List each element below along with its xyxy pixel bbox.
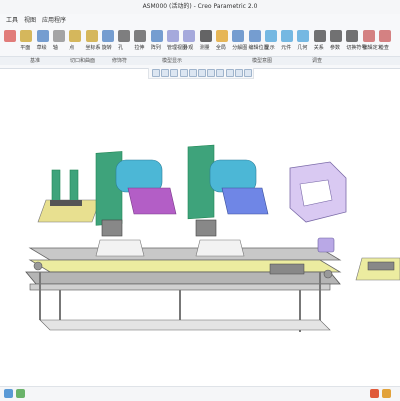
geometry-tool-label: 几何 bbox=[297, 45, 308, 51]
perspective-icon[interactable] bbox=[244, 69, 252, 77]
relations-tool-label: 关系 bbox=[313, 45, 324, 51]
coord-tool[interactable] bbox=[85, 30, 98, 42]
enclosure-part[interactable] bbox=[289, 161, 347, 223]
robot-arm-1[interactable] bbox=[95, 151, 177, 257]
status-icon-2[interactable] bbox=[16, 389, 25, 398]
align-tool[interactable] bbox=[118, 30, 131, 42]
rotate-tool[interactable] bbox=[101, 30, 114, 42]
filter-icon[interactable] bbox=[382, 389, 391, 398]
check-tool-label: 全局 bbox=[215, 45, 226, 51]
component-tool-label: 元件 bbox=[281, 45, 292, 51]
group-cut-surface[interactable]: 切口和曲面 bbox=[70, 57, 95, 64]
point-tool[interactable] bbox=[69, 30, 82, 42]
warning-icon[interactable] bbox=[370, 389, 379, 398]
user-tool[interactable] bbox=[378, 30, 391, 42]
menu-applications[interactable]: 应用程序 bbox=[42, 15, 66, 24]
coord-tool-label: 坐标系 bbox=[85, 45, 101, 51]
group-model-intent[interactable]: 模型意图 bbox=[252, 57, 272, 64]
graphics-toolbar bbox=[148, 68, 254, 79]
zoom-out-icon[interactable] bbox=[161, 69, 170, 77]
array-tool-label: 阵列 bbox=[150, 45, 161, 51]
left-fixture[interactable] bbox=[37, 169, 101, 223]
group-modifiers[interactable]: 修饰符 bbox=[112, 57, 127, 64]
plane-tool[interactable] bbox=[20, 30, 33, 42]
parameters-tool-label: 参数 bbox=[330, 45, 341, 51]
status-icon-1[interactable] bbox=[4, 389, 13, 398]
title-bar: ASM000 (活动的) - Creo Parametric 2.0 bbox=[0, 0, 400, 15]
rotate-tool-label: 旋转 bbox=[101, 45, 112, 51]
part-tray[interactable] bbox=[355, 257, 400, 281]
user-tool-label: 检查 bbox=[378, 45, 389, 51]
conveyor-assembly[interactable] bbox=[25, 237, 342, 332]
appearance-tool-label: 外观 bbox=[183, 45, 194, 51]
regenerate-tool[interactable] bbox=[4, 30, 16, 42]
explode-tool-label: 分解图 bbox=[232, 45, 248, 51]
repaint-icon[interactable] bbox=[179, 69, 188, 77]
datum-display-icon[interactable] bbox=[216, 69, 225, 77]
assembly-model-view[interactable] bbox=[0, 80, 400, 380]
sketch-tool[interactable] bbox=[36, 30, 49, 42]
zoom-in-icon[interactable] bbox=[152, 69, 160, 77]
align-tool-label: 孔 bbox=[118, 45, 124, 51]
group-model-display[interactable]: 模型显示 bbox=[162, 57, 182, 64]
material-tool[interactable] bbox=[199, 30, 212, 42]
shading-icon[interactable] bbox=[188, 69, 197, 77]
menu-view[interactable]: 视图 bbox=[24, 15, 36, 24]
ribbon-group-bar: 基准 切口和曲面 修饰符 模型显示 模型意图 调查 bbox=[0, 56, 400, 65]
annotation-icon[interactable] bbox=[225, 69, 234, 77]
sketch-tool-label: 草绘 bbox=[36, 45, 47, 51]
check-tool[interactable] bbox=[215, 30, 228, 42]
plane-tool-label: 平面 bbox=[20, 45, 31, 51]
axis-tool[interactable] bbox=[52, 30, 65, 42]
point-tool-label: 点 bbox=[69, 45, 75, 51]
edit-position-tool[interactable] bbox=[248, 30, 261, 42]
axis-tool-label: 轴 bbox=[52, 45, 58, 51]
relations-tool[interactable] bbox=[313, 30, 326, 42]
switch-symbol-tool[interactable] bbox=[346, 30, 359, 42]
view-manager-icon[interactable] bbox=[207, 69, 216, 77]
explode-tool[interactable] bbox=[232, 30, 245, 42]
edit-def-tool[interactable] bbox=[362, 30, 375, 42]
spin-center-icon[interactable] bbox=[234, 69, 243, 77]
array-tool[interactable] bbox=[150, 30, 163, 42]
group-investigate[interactable]: 调查 bbox=[312, 57, 322, 64]
window-title: ASM000 (活动的) - Creo Parametric 2.0 bbox=[142, 3, 258, 10]
geometry-tool[interactable] bbox=[297, 30, 310, 42]
status-bar bbox=[0, 386, 400, 401]
saved-views-icon[interactable] bbox=[198, 69, 206, 77]
show-tool[interactable] bbox=[264, 30, 277, 42]
parameters-tool[interactable] bbox=[330, 30, 342, 42]
show-tool-label: 显示 bbox=[264, 45, 275, 51]
menu-tools[interactable]: 工具 bbox=[6, 15, 18, 24]
scale-tool-label: 拉伸 bbox=[134, 45, 145, 51]
component-tool[interactable] bbox=[281, 30, 294, 42]
material-tool-label: 测量 bbox=[199, 45, 210, 51]
scale-tool[interactable] bbox=[134, 30, 147, 42]
manage-view-tool[interactable] bbox=[167, 30, 179, 42]
model-canvas[interactable] bbox=[0, 80, 400, 380]
refit-icon[interactable] bbox=[170, 69, 179, 77]
appearance-tool[interactable] bbox=[183, 30, 196, 42]
group-datum[interactable]: 基准 bbox=[30, 57, 40, 64]
robot-arm-2[interactable] bbox=[187, 144, 269, 257]
